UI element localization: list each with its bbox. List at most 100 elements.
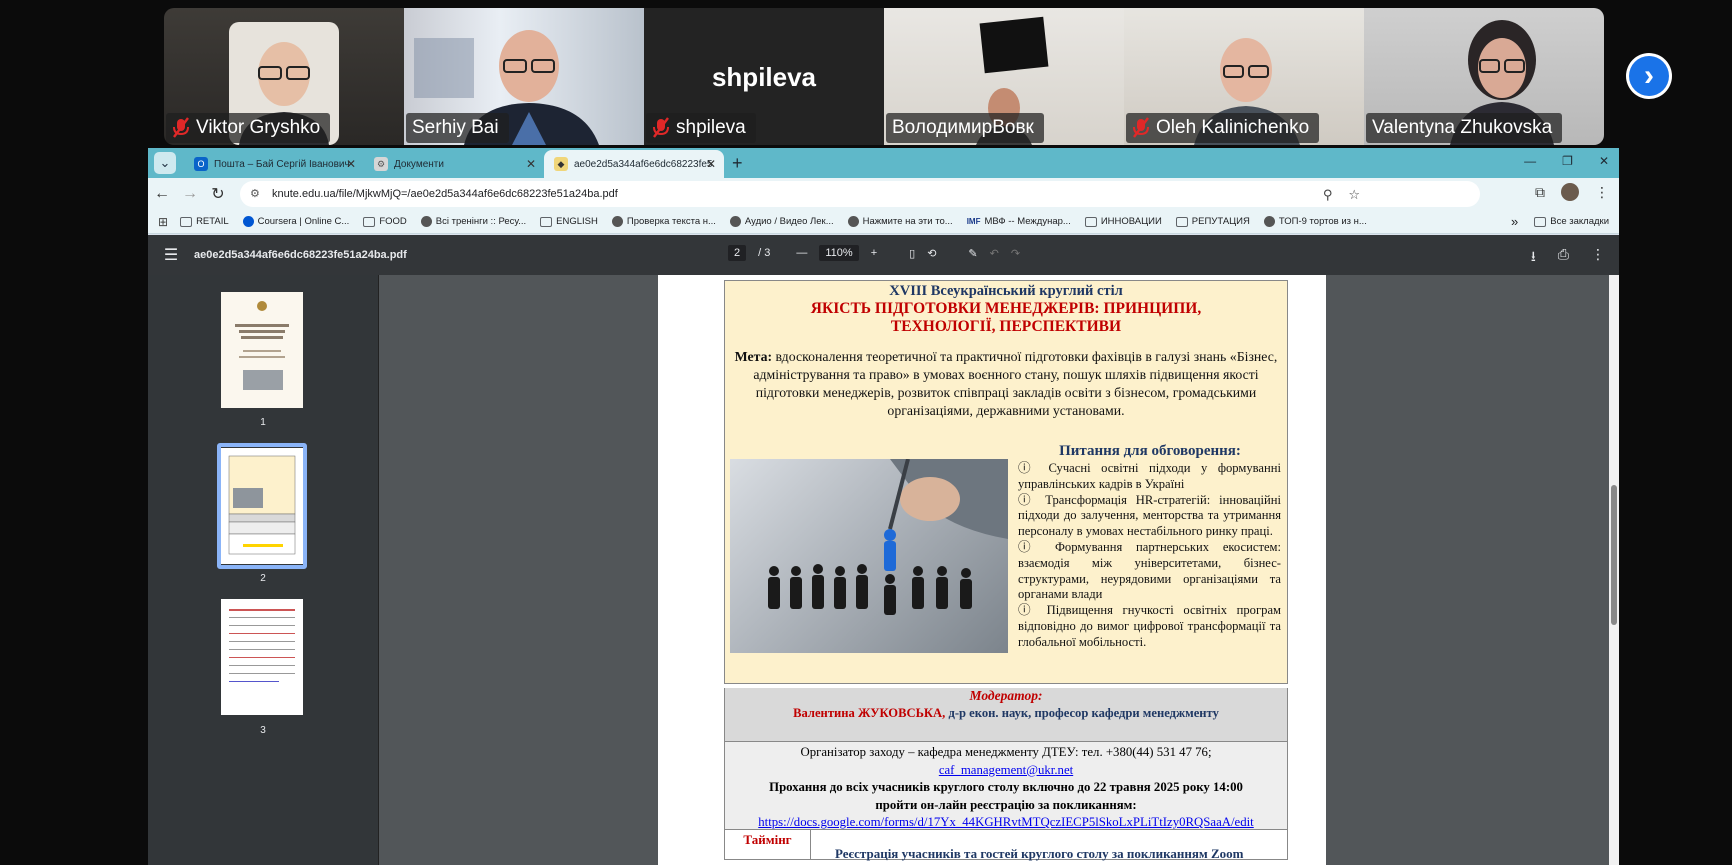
more-bookmarks-icon[interactable]: » bbox=[1511, 214, 1518, 229]
folder-icon bbox=[363, 216, 376, 227]
sidebar-menu-icon[interactable]: ☰ bbox=[148, 245, 194, 265]
poster-title: XVIII Всеукраїнський круглий стіл bbox=[889, 283, 1123, 299]
participant-tile[interactable]: ВолодимирВовк bbox=[884, 8, 1124, 145]
annotate-icon[interactable]: ✎ bbox=[968, 247, 977, 260]
bookmark-label: RETAIL bbox=[196, 216, 229, 227]
participant-tile-active[interactable]: Serhiy Bai bbox=[404, 8, 644, 145]
issue-item: ⓘ Формування партнерських екосистем: вза… bbox=[1018, 540, 1281, 603]
all-bookmarks[interactable]: Все закладки bbox=[1534, 216, 1609, 227]
forward-icon[interactable]: → bbox=[176, 185, 204, 203]
bookmark-item[interactable]: ИННОВАЦИИ bbox=[1084, 216, 1162, 227]
extensions-icon[interactable]: ⧉ bbox=[1535, 184, 1545, 201]
zoom-icon[interactable]: ⚲ bbox=[1323, 187, 1333, 203]
site-icon bbox=[611, 216, 623, 227]
apps-grid-icon[interactable]: ⊞ bbox=[158, 215, 168, 229]
close-window-icon[interactable]: ✕ bbox=[1599, 154, 1609, 168]
fit-page-icon[interactable]: ▯ bbox=[909, 247, 915, 260]
mic-off-icon bbox=[1132, 117, 1150, 139]
zoom-in-icon[interactable]: + bbox=[871, 247, 877, 259]
site-icon bbox=[420, 216, 432, 227]
tab-search-icon[interactable]: ⌄ bbox=[154, 152, 176, 174]
bookmark-label: Нажмите на эти то... bbox=[862, 216, 953, 227]
poster-main-section: XVIII Всеукраїнський круглий стіл ЯКІСТЬ… bbox=[724, 280, 1288, 684]
participant-name: Viktor Gryshko bbox=[196, 117, 321, 138]
issues-title: Питання для обговорення: bbox=[1059, 443, 1241, 459]
pdf-more-icon[interactable]: ⋮ bbox=[1591, 246, 1605, 270]
bookmark-star-icon[interactable]: ☆ bbox=[1348, 187, 1360, 203]
poster-subtitle: ЯКІСТЬ ПІДГОТОВКИ МЕНЕДЖЕРІВ: ПРИНЦИПИ, bbox=[810, 300, 1202, 317]
moderator-role: д-р екон. наук, професор кафедри менеджм… bbox=[945, 706, 1219, 720]
bookmark-item[interactable]: ENGLISH bbox=[540, 216, 598, 227]
participant-name-tag: ВолодимирВовк bbox=[886, 113, 1044, 143]
scrollbar-thumb[interactable] bbox=[1611, 485, 1617, 625]
screen: Viktor Gryshko Serhiy Bai shpileva shpil… bbox=[0, 0, 1732, 865]
print-icon[interactable]: ⎙ bbox=[1558, 246, 1569, 270]
pdf-actions: ⭳ ⎙ ⋮ bbox=[1531, 246, 1605, 270]
download-icon[interactable]: ⭳ bbox=[1531, 246, 1536, 270]
bookmark-label: РЕПУТАЦИЯ bbox=[1191, 216, 1250, 227]
close-icon[interactable]: ✕ bbox=[346, 157, 356, 171]
bullet-icon: ⓘ bbox=[1018, 603, 1038, 618]
minimize-icon[interactable]: — bbox=[1524, 154, 1536, 168]
bookmark-item[interactable]: IMF МВФ -- Междунар... bbox=[967, 216, 1071, 227]
bookmark-label: Coursera | Online C... bbox=[257, 216, 350, 227]
bookmark-item[interactable]: FOOD bbox=[363, 216, 407, 227]
page-number-input[interactable]: 2 bbox=[728, 245, 747, 261]
back-icon[interactable]: ← bbox=[148, 185, 176, 203]
participant-tile[interactable]: Viktor Gryshko bbox=[164, 8, 404, 145]
bookmark-item[interactable]: Проверка текста н... bbox=[611, 216, 716, 227]
browser-menu-icon[interactable]: ⋮ bbox=[1595, 184, 1609, 201]
address-bar[interactable]: ⚙ knute.edu.ua/file/MjkwMjQ=/ae0e2d5a344… bbox=[240, 181, 1480, 207]
reload-icon[interactable]: ↻ bbox=[204, 184, 232, 204]
issue-text: Сучасні освітні підходи у формуванні упр… bbox=[1018, 461, 1281, 491]
timing-label: Таймінг bbox=[725, 830, 811, 859]
pdf-scrollbar[interactable] bbox=[1609, 275, 1619, 865]
folder-icon bbox=[540, 216, 553, 227]
participant-tile[interactable]: Valentyna Zhukovska bbox=[1364, 8, 1604, 145]
bookmark-item[interactable]: РЕПУТАЦИЯ bbox=[1175, 216, 1250, 227]
zoom-out-icon[interactable]: — bbox=[796, 247, 807, 259]
bookmark-item[interactable]: Нажмите на эти то... bbox=[847, 216, 953, 227]
page-thumbnail-selected[interactable] bbox=[221, 448, 303, 564]
toolbar-right: ⧉ ⋮ bbox=[1535, 183, 1609, 201]
tab-label: Пошта – Бай Сергій Іванович bbox=[214, 158, 350, 170]
profile-avatar[interactable] bbox=[1561, 183, 1579, 201]
participant-tile[interactable]: Oleh Kalinichenko bbox=[1124, 8, 1364, 145]
site-info-icon[interactable]: ⚙ bbox=[250, 187, 264, 201]
rotate-icon[interactable]: ⟲ bbox=[927, 247, 936, 260]
participant-name-tag: Serhiy Bai bbox=[406, 113, 509, 143]
tab-mail[interactable]: O Пошта – Бай Сергій Іванович ✕ bbox=[184, 150, 364, 178]
next-participants-button[interactable]: › bbox=[1626, 53, 1672, 99]
bookmark-item[interactable]: Аудио / Видео Лек... bbox=[729, 216, 834, 227]
email-link[interactable]: caf_management@ukr.net bbox=[939, 763, 1073, 777]
restore-icon[interactable]: ❐ bbox=[1562, 154, 1573, 168]
registration-link[interactable]: https://docs.google.com/forms/d/17Yx_44K… bbox=[758, 815, 1254, 829]
bookmark-item[interactable]: ТОП-9 тортов из н... bbox=[1263, 216, 1367, 227]
site-icon bbox=[1263, 216, 1275, 227]
bookmark-item[interactable]: RETAIL bbox=[180, 216, 229, 227]
bookmark-item[interactable]: Coursera | Online C... bbox=[242, 216, 350, 227]
issue-text: Підвищення гнучкості освітніх програм ві… bbox=[1018, 603, 1281, 649]
undo-icon[interactable]: ↶ bbox=[990, 247, 999, 260]
bullet-icon: ⓘ bbox=[1018, 461, 1038, 475]
redo-icon[interactable]: ↷ bbox=[1011, 247, 1020, 260]
registration-request: Прохання до всіх учасників круглого стол… bbox=[769, 780, 1243, 794]
thumbnail-image bbox=[228, 455, 296, 555]
bookmark-label: Проверка текста н... bbox=[626, 216, 716, 227]
new-tab-button[interactable]: + bbox=[732, 153, 743, 174]
zoom-input[interactable]: 110% bbox=[819, 245, 859, 261]
tab-documents[interactable]: ⚙ Документи ✕ bbox=[364, 150, 544, 178]
tab-pdf[interactable]: ◆ ae0e2d5a344af6e6dc68223fe5 ✕ bbox=[544, 150, 724, 178]
browser-window: ⌄ O Пошта – Бай Сергій Іванович ✕ ⚙ Доку… bbox=[148, 148, 1619, 865]
moderator-label: Модератор: bbox=[969, 688, 1043, 703]
participant-tile[interactable]: shpileva shpileva bbox=[644, 8, 884, 145]
page-thumbnail[interactable] bbox=[221, 292, 303, 408]
bookmark-item[interactable]: Всі тренінги :: Ресу... bbox=[420, 216, 526, 227]
thumbnail-image bbox=[235, 301, 289, 390]
tab-label: ae0e2d5a344af6e6dc68223fe5 bbox=[574, 158, 713, 170]
participant-name-tag: Oleh Kalinichenko bbox=[1126, 113, 1320, 143]
page-thumbnail[interactable] bbox=[221, 599, 303, 715]
close-icon[interactable]: ✕ bbox=[706, 157, 716, 171]
close-icon[interactable]: ✕ bbox=[526, 157, 536, 171]
thumbnail-sidebar: 1 2 3 bbox=[148, 275, 379, 865]
